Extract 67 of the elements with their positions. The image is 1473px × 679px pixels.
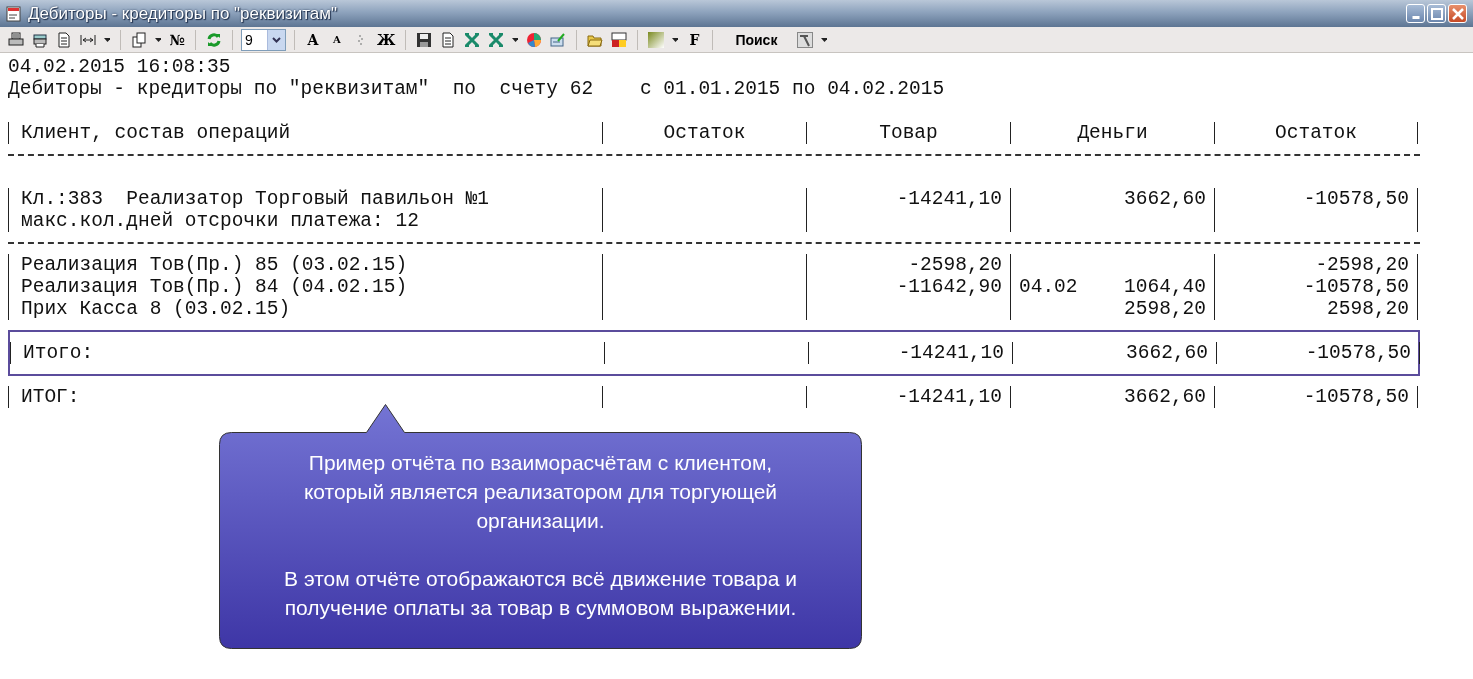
callout-text: В этом отчёте отображаются всё движение товара и получение оплаты за товар в суммовом выражении. [283, 566, 798, 621]
column-header: Остаток [1214, 122, 1418, 144]
caret-icon [672, 37, 679, 42]
table-cell: 3662,60 [1010, 188, 1214, 210]
refresh-icon [206, 31, 222, 48]
toolbar-button[interactable]: A [303, 29, 323, 50]
minimize-button[interactable] [1406, 4, 1425, 23]
gradient-square-icon [648, 31, 665, 48]
table-cell: -10578,50 [1214, 276, 1418, 298]
document-icon [6, 5, 22, 22]
report-title: Дебиторы - кредиторы по "реквизитам" по счету 62 с 01.01.2015 по 04.02.2015 [8, 78, 945, 100]
pages-icon [131, 31, 147, 48]
pie-chart-icon [526, 31, 543, 48]
table-cell: макс.кол.дней отсрочки платежа: 12 [8, 210, 602, 232]
table-cell: Кл.:383 Реализатор Торговый павильон №1 [8, 188, 602, 210]
report-timestamp: 04.02.2015 16:08:35 [8, 56, 231, 78]
column-header: Остаток [602, 122, 806, 144]
printer-icon [8, 31, 24, 48]
toolbar-button[interactable]: Ж [375, 29, 398, 50]
table-cell: 04.02 [1019, 276, 1078, 298]
table-cell: 2598,20 [1214, 298, 1418, 320]
table-cell: 3662,60 [1012, 342, 1216, 364]
table-cell: 1064,40 [1124, 276, 1206, 298]
caret-icon [821, 37, 828, 42]
table-cell: 3662,60 [1010, 386, 1214, 408]
maximize-button[interactable] [1427, 4, 1446, 23]
caret-icon [155, 37, 161, 42]
table-cell: -11642,90 [806, 276, 1010, 298]
column-header: Клиент, состав операций [8, 122, 602, 144]
table-cell: -2598,20 [806, 254, 1010, 276]
table-cell: -10578,50 [1214, 386, 1418, 408]
toolbar-button[interactable] [795, 29, 816, 50]
table-cell: -14241,10 [806, 188, 1010, 210]
callout-text: Пример отчёта по взаиморасчётам с клиентом, который является реализатором для торгующей организации. [302, 450, 779, 534]
printer-icon [32, 31, 48, 48]
table-cell: Реализация Тов(Пр.) 84 (04.02.15) [8, 276, 602, 298]
hammer-icon [797, 31, 814, 48]
table-cell: -10578,50 [1214, 188, 1418, 210]
toolbar-button[interactable]: F [684, 29, 705, 50]
table-cell: -14241,10 [808, 342, 1012, 364]
font-size-select[interactable]: 9 [241, 28, 286, 51]
edit-form-icon [550, 31, 567, 48]
chevron-down-icon [272, 36, 281, 43]
colorful-block-icon [611, 31, 628, 48]
toolbar-button[interactable] [129, 29, 149, 50]
table-cell: -10578,50 [1216, 342, 1420, 364]
column-header: Товар [806, 122, 1010, 144]
table-cell: Прих Касса 8 (03.02.15) [8, 298, 602, 320]
table-cell: Реализация Тов(Пр.) 85 (03.02.15) [8, 254, 602, 276]
table-cell: 2598,20 [1010, 298, 1214, 320]
caret-icon [104, 37, 110, 42]
toolbar-button[interactable] [609, 29, 630, 50]
x-logo-icon [464, 31, 481, 48]
toolbar-button[interactable]: A [327, 29, 347, 50]
close-button[interactable] [1448, 4, 1467, 23]
minimize-icon [1411, 16, 1420, 19]
table-cell: Итого: [10, 342, 604, 364]
caret-icon [512, 37, 519, 42]
table-cell: -2598,20 [1214, 254, 1418, 276]
x-logo-icon [488, 31, 505, 48]
column-header: Деньги [1010, 122, 1214, 144]
toolbar-button[interactable]: Поиск [721, 29, 792, 50]
document-icon [440, 31, 457, 48]
document-icon [56, 31, 72, 48]
toolbar-button[interactable]: № [167, 29, 187, 50]
table-cell: -14241,10 [806, 386, 1010, 408]
window-title: Дебиторы - кредиторы по "реквизитам" [28, 3, 339, 24]
